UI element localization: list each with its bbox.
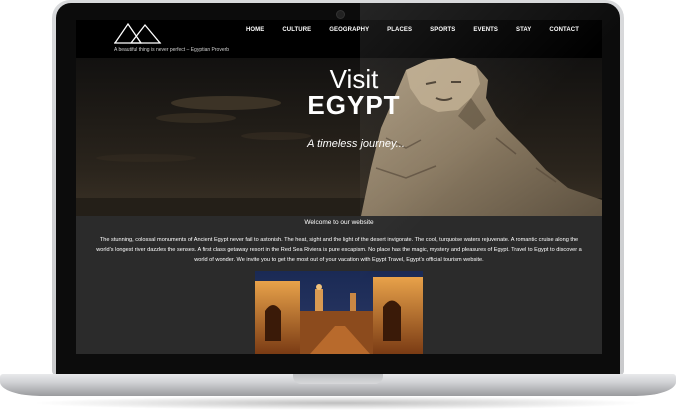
nav-culture[interactable]: CULTURE: [273, 27, 320, 33]
nav-sports[interactable]: SPORTS: [421, 27, 464, 33]
laptop-shadow: [30, 396, 646, 410]
intro-paragraph: The stunning, colossal monuments of Anci…: [96, 237, 582, 263]
nav-places[interactable]: PLACES: [378, 27, 421, 33]
pyramids-logo-icon[interactable]: [114, 22, 162, 44]
welcome-heading: Welcome to our website: [304, 219, 374, 226]
main-content: Welcome to our website The stunning, col…: [76, 216, 602, 354]
webcam-icon: [336, 10, 345, 19]
laptop-screen: A beautiful thing is never perfect – Egy…: [76, 20, 602, 354]
nav-events[interactable]: EVENTS: [464, 27, 507, 33]
nav-contact[interactable]: CONTACT: [540, 27, 588, 33]
site-tagline: A beautiful thing is never perfect – Egy…: [114, 47, 230, 53]
hero-title-egypt: EGYPT: [307, 90, 401, 120]
laptop-opening-notch: [293, 374, 383, 384]
nav-stay[interactable]: STAY: [507, 27, 540, 33]
hero-banner: Visit EGYPT A timeless journey...: [76, 58, 602, 216]
nav-home[interactable]: HOME: [237, 27, 273, 33]
nav-geography[interactable]: GEOGRAPHY: [320, 27, 378, 33]
main-nav: HOME CULTURE GEOGRAPHY PLACES SPORTS EVE…: [237, 27, 588, 33]
hero-subtitle: A timeless journey...: [307, 138, 405, 150]
cairo-street-photo: [255, 271, 423, 354]
site-header: A beautiful thing is never perfect – Egy…: [76, 20, 602, 58]
